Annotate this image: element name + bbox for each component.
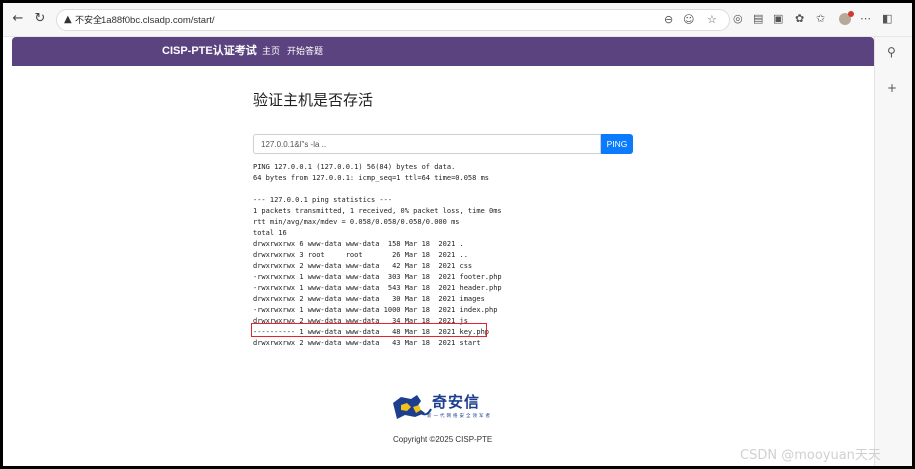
favorite-icon[interactable]: ☆	[707, 13, 717, 27]
split-icon[interactable]: ▣	[773, 12, 783, 26]
watermark: CSDN @mooyuan天天	[740, 448, 881, 463]
site-brand[interactable]: CISP-PTE认证考试	[162, 45, 257, 58]
output-line: -rwxrwxrwx 1 www-data www-data 1000 Mar …	[253, 306, 498, 314]
copyright-text: Copyright ©2025 CISP-PTE	[393, 435, 493, 444]
output-line: drwxrwxrwx 3 root root 26 Mar 18 2021 ..	[253, 251, 468, 259]
output-line: drwxrwxrwx 2 www-data www-data 43 Mar 18…	[253, 339, 481, 347]
key-php-highlight	[251, 323, 487, 337]
address-bar[interactable]: ▲ 不安全 1a88f0bc.clsadp.com/start/ ⊖ ☺ ☆	[56, 9, 730, 31]
search-icon[interactable]: ⚲	[887, 45, 896, 59]
logo-name: 奇安信	[432, 393, 481, 411]
more-icon[interactable]: ⋯	[860, 12, 871, 26]
browser-toolbar: ← ↻ ▲ 不安全 1a88f0bc.clsadp.com/start/ ⊖ ☺…	[3, 3, 912, 37]
ping-output: PING 127.0.0.1 (127.0.0.1) 56(84) bytes …	[253, 162, 502, 349]
page-viewport: CISP-PTE认证考试 主页 开始答题 验证主机是否存活 PING PING …	[12, 37, 874, 466]
translate-icon[interactable]: ☺	[683, 13, 694, 27]
ping-input[interactable]	[253, 134, 601, 154]
output-line: 1 packets transmitted, 1 received, 0% pa…	[253, 207, 502, 215]
reading-icon[interactable]: ▤	[753, 12, 763, 26]
back-icon[interactable]: ←	[11, 12, 25, 26]
extension-icon[interactable]: ◎	[733, 12, 743, 26]
refresh-icon[interactable]: ↻	[33, 12, 47, 26]
output-line: drwxrwxrwx 2 www-data www-data 42 Mar 18…	[253, 262, 473, 270]
output-line: PING 127.0.0.1 (127.0.0.1) 56(84) bytes …	[253, 163, 456, 171]
output-line: drwxrwxrwx 6 www-data www-data 158 Mar 1…	[253, 240, 464, 248]
notification-dot	[848, 11, 854, 17]
output-line: --- 127.0.0.1 ping statistics ---	[253, 196, 393, 204]
site-navbar: CISP-PTE认证考试 主页 开始答题	[12, 37, 874, 66]
sidebar-toggle-icon[interactable]: ◧	[882, 12, 892, 26]
nav-link-home[interactable]: 主页	[262, 45, 280, 58]
output-line: -rwxrwxrwx 1 www-data www-data 543 Mar 1…	[253, 284, 502, 292]
logo-tagline: 新一代网络安全领军者	[427, 414, 492, 419]
favorites-bar-icon[interactable]: ✩	[816, 12, 825, 26]
nav-link-start[interactable]: 开始答题	[287, 45, 323, 58]
add-icon[interactable]: +	[887, 81, 897, 95]
output-line: drwxrwxrwx 2 www-data www-data 30 Mar 18…	[253, 295, 485, 303]
output-line: -rwxrwxrwx 1 www-data www-data 303 Mar 1…	[253, 273, 502, 281]
output-line: total 16	[253, 229, 287, 237]
url-text[interactable]: 1a88f0bc.clsadp.com/start/	[101, 14, 215, 27]
copilot-icon[interactable]: ✿	[795, 12, 804, 26]
page-title: 验证主机是否存活	[253, 92, 374, 109]
security-label[interactable]: 不安全	[75, 14, 102, 27]
output-line: 64 bytes from 127.0.0.1: icmp_seq=1 ttl=…	[253, 174, 490, 182]
output-line: rtt min/avg/max/mdev = 0.058/0.058/0.058…	[253, 218, 460, 226]
zoom-icon[interactable]: ⊖	[664, 13, 673, 27]
ping-button[interactable]: PING	[601, 134, 633, 154]
browser-window: ← ↻ ▲ 不安全 1a88f0bc.clsadp.com/start/ ⊖ ☺…	[0, 0, 915, 469]
browser-sidebar: ⚲ +	[874, 37, 912, 466]
